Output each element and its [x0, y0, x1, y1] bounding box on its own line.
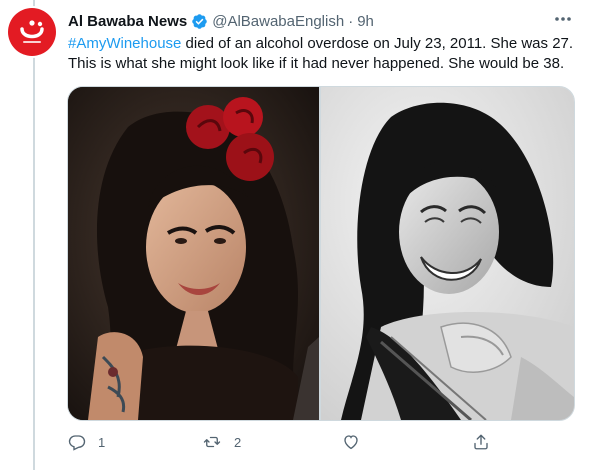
like-icon	[342, 433, 360, 451]
more-icon[interactable]	[551, 10, 575, 28]
retweet-button[interactable]: 2	[202, 433, 241, 451]
hashtag-link[interactable]: #AmyWinehouse	[68, 35, 181, 52]
tweet-timestamp[interactable]: 9h	[357, 13, 374, 30]
retweet-count: 2	[234, 434, 242, 450]
tweet[interactable]: Al Bawaba News @AlBawabaEnglish · 9h #Am…	[0, 0, 597, 470]
like-button[interactable]	[342, 433, 372, 451]
media-image-right[interactable]	[321, 87, 574, 420]
retweet-icon	[202, 433, 222, 451]
tweet-actions: 1 2	[60, 430, 500, 454]
tweet-media[interactable]	[67, 86, 575, 421]
reply-icon	[68, 433, 86, 451]
tweet-header: Al Bawaba News @AlBawabaEnglish · 9h	[68, 10, 557, 32]
reply-button[interactable]: 1	[68, 433, 105, 451]
media-image-left[interactable]	[68, 87, 319, 420]
share-icon	[472, 433, 490, 451]
author-name[interactable]: Al Bawaba News	[68, 13, 187, 30]
avatar[interactable]	[8, 8, 56, 56]
reply-count: 1	[98, 434, 106, 450]
header-separator: ·	[348, 12, 354, 30]
tweet-text: #AmyWinehouse died of an alcohol overdos…	[68, 34, 578, 74]
avatar-logo	[20, 20, 44, 43]
author-handle[interactable]: @AlBawabaEnglish	[212, 13, 344, 30]
share-button[interactable]	[472, 433, 490, 451]
verified-icon	[191, 13, 208, 30]
